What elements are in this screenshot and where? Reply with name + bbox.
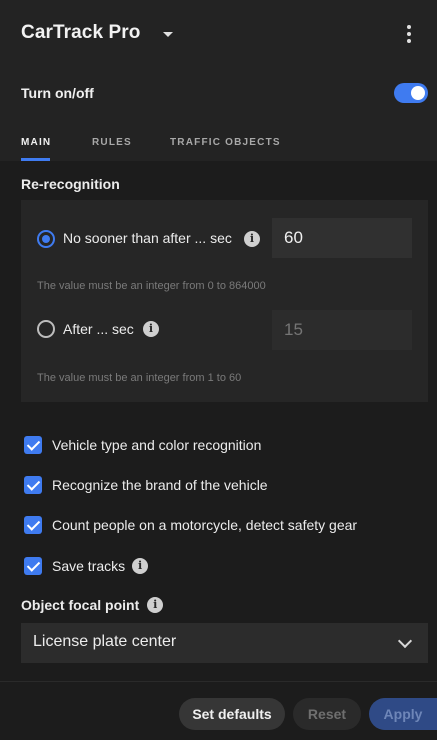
- caret-down-icon[interactable]: [162, 31, 173, 37]
- toggle-knob: [411, 86, 425, 100]
- set-defaults-button[interactable]: Set defaults: [179, 698, 285, 730]
- focal-point-select[interactable]: License plate center: [21, 623, 428, 663]
- radio-no-sooner-label: No sooner than after ... sec: [63, 230, 232, 246]
- checkbox-label: Save tracks: [52, 558, 126, 574]
- no-sooner-seconds-input[interactable]: [272, 218, 412, 258]
- focal-point-label-text: Object focal point: [21, 597, 140, 613]
- info-icon[interactable]: i: [244, 231, 260, 247]
- tab-bar: MAIN RULES TRAFFIC OBJECTS: [0, 130, 437, 161]
- chevron-down-icon: [397, 633, 413, 649]
- more-options-icon[interactable]: [406, 25, 412, 45]
- checkbox-label: Recognize the brand of the vehicle: [52, 477, 268, 493]
- radio-no-sooner[interactable]: [37, 230, 55, 248]
- checkbox-motorcycle-people[interactable]: Count people on a motorcycle, detect saf…: [24, 516, 357, 534]
- checkbox-vehicle-type-color[interactable]: Vehicle type and color recognition: [24, 436, 261, 454]
- app-title-selector[interactable]: CarTrack Pro: [21, 22, 173, 44]
- reset-button[interactable]: Reset: [293, 698, 361, 730]
- power-toggle[interactable]: [394, 83, 428, 103]
- checkbox-vehicle-brand[interactable]: Recognize the brand of the vehicle: [24, 476, 268, 494]
- info-icon[interactable]: i: [132, 558, 149, 574]
- tab-rules[interactable]: RULES: [92, 137, 132, 148]
- checkbox-checked-icon[interactable]: [24, 476, 42, 494]
- no-sooner-hint: The value must be an integer from 0 to 8…: [37, 280, 266, 292]
- active-tab-indicator: [21, 158, 50, 161]
- focal-point-value: License plate center: [33, 633, 177, 650]
- app-title: CarTrack Pro: [21, 22, 141, 43]
- footer-divider: [0, 681, 437, 682]
- info-icon[interactable]: i: [147, 597, 164, 613]
- focal-point-label: Object focal point i: [21, 597, 164, 613]
- checkbox-label: Count people on a motorcycle, detect saf…: [52, 517, 358, 533]
- info-icon[interactable]: i: [143, 321, 159, 337]
- tab-main[interactable]: MAIN: [21, 137, 51, 148]
- checkbox-checked-icon[interactable]: [24, 557, 42, 575]
- radio-after[interactable]: [37, 320, 55, 338]
- re-recognition-panel: No sooner than after ... sec i The value…: [21, 200, 428, 402]
- apply-button[interactable]: Apply: [369, 698, 437, 730]
- checkbox-checked-icon[interactable]: [24, 436, 42, 454]
- checkbox-checked-icon[interactable]: [24, 516, 42, 534]
- checkbox-save-tracks[interactable]: Save tracks i: [24, 557, 149, 575]
- checkbox-label: Vehicle type and color recognition: [52, 437, 262, 453]
- re-recognition-title: Re-recognition: [21, 176, 120, 192]
- radio-after-label: After ... sec: [63, 321, 134, 337]
- tab-traffic-objects[interactable]: TRAFFIC OBJECTS: [170, 137, 281, 148]
- after-seconds-input[interactable]: [272, 310, 412, 350]
- power-label: Turn on/off: [21, 85, 94, 101]
- plugin-header: CarTrack Pro Turn on/off MAIN RULES TRAF…: [0, 0, 437, 161]
- after-hint: The value must be an integer from 1 to 6…: [37, 372, 242, 384]
